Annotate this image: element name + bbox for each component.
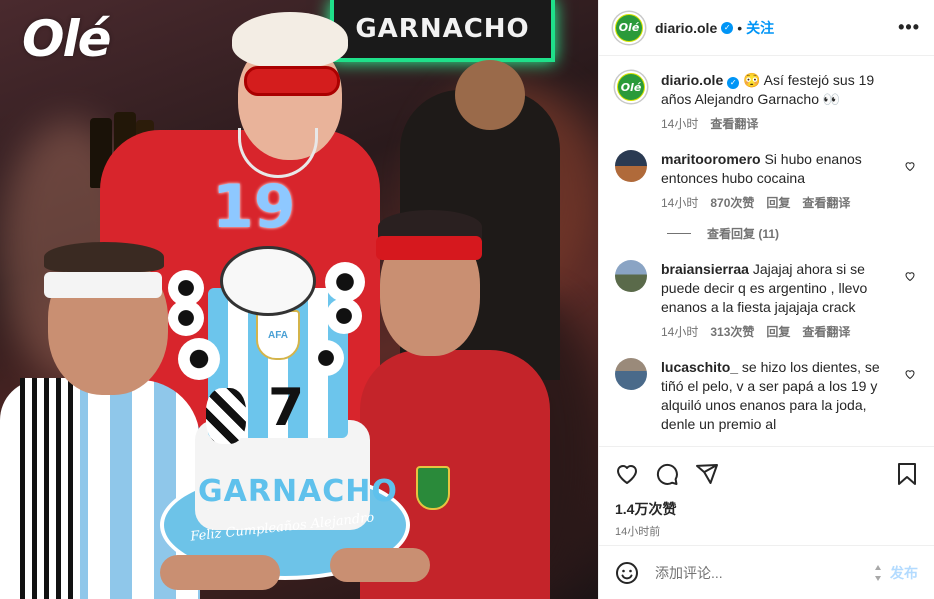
comment-time: 14小时: [661, 325, 699, 339]
neon-sign-text: GARNACHO: [355, 14, 530, 44]
caption-meta: 14小时 查看翻译: [661, 115, 894, 134]
comment-meta: 14小时 313次赞 回复 查看翻译: [661, 323, 894, 342]
add-comment-bar: 发布: [599, 545, 934, 599]
post-time: 14小时前: [615, 526, 661, 538]
comment-icon[interactable]: [655, 462, 679, 486]
emoji-icon[interactable]: [615, 561, 639, 585]
see-translation-link[interactable]: 查看翻译: [802, 323, 850, 342]
soccer-ball: [220, 246, 316, 316]
hand: [160, 555, 280, 590]
like-comment-heart-icon[interactable]: [904, 270, 916, 282]
like-comment-heart-icon[interactable]: [904, 368, 916, 380]
afa-badge-text: AFA: [268, 329, 288, 341]
soccer-ball: [206, 388, 246, 444]
jersey-stripes: [20, 378, 80, 599]
follow-button[interactable]: 关注: [746, 18, 774, 38]
ole-watermark-logo: Olé: [22, 10, 112, 68]
white-headband: [44, 272, 162, 298]
caption-username[interactable]: diario.ole: [661, 72, 723, 88]
like-comment-heart-icon[interactable]: [904, 160, 916, 172]
soccer-ball: [178, 338, 220, 380]
neon-sign: GARNACHO: [330, 0, 555, 62]
commenter-avatar[interactable]: [615, 358, 647, 390]
author-username[interactable]: diario.ole: [655, 20, 717, 36]
comment-time: 14小时: [661, 196, 699, 210]
post-detail-panel: Olé diario.ole ✓ • 关注 ••• Olé diario.ole…: [598, 0, 934, 599]
replies-divider-line: [667, 233, 691, 234]
caption-body: diario.ole ✓ 😳 Así festejó sus 19 años Al…: [661, 71, 918, 134]
hand: [330, 548, 430, 582]
soccer-ball: [326, 298, 362, 334]
commenter-username[interactable]: lucaschito_: [661, 359, 738, 375]
scroll-arrows-icon: [875, 564, 881, 581]
caption-time: 14小时: [661, 117, 699, 131]
comment-body: braiansierraa Jajajaj ahora si se puede …: [661, 260, 918, 342]
avatar-logo-text: Olé: [618, 74, 644, 100]
verified-icon: ✓: [727, 77, 740, 89]
heart-icon[interactable]: [615, 462, 639, 486]
portugal-crest: [416, 466, 450, 510]
view-replies-label: 查看回复 (11): [707, 227, 780, 241]
post-photo[interactable]: GARNACHO Olé 19 GARNACHO Feliz Cumpleaño…: [0, 0, 598, 599]
soccer-ball: [308, 340, 344, 376]
reply-button[interactable]: 回复: [766, 323, 790, 342]
reply-button[interactable]: 回复: [766, 194, 790, 213]
cake-number: 7: [268, 378, 305, 438]
dark-hair: [44, 242, 164, 272]
avatar-logo-text: Olé: [616, 14, 642, 41]
comment-item: braiansierraa Jajajaj ahora si se puede …: [615, 260, 918, 342]
bookmark-icon[interactable]: [896, 462, 918, 486]
commenter-avatar[interactable]: [615, 150, 647, 182]
comment-input[interactable]: [655, 564, 874, 581]
author-avatar[interactable]: Olé: [615, 71, 647, 103]
author-avatar[interactable]: Olé: [613, 11, 645, 44]
shirt-number: 19: [212, 172, 296, 242]
caption: Olé diario.ole ✓ 😳 Así festejó sus 19 año…: [615, 71, 918, 134]
soccer-ball: [168, 300, 204, 336]
view-replies-button[interactable]: 查看回复 (11): [667, 225, 918, 242]
see-translation-link[interactable]: 查看翻译: [710, 115, 758, 134]
post-actions: 1.4万次赞 14小时前: [599, 446, 934, 539]
red-sunglasses: [244, 66, 340, 96]
more-options-icon[interactable]: •••: [898, 17, 920, 38]
separator-dot: •: [737, 19, 743, 36]
post-header: Olé diario.ole ✓ • 关注 •••: [599, 0, 934, 56]
comment-item: lucaschito_ se hizo los dientes, se tiñó…: [615, 358, 918, 434]
likes-count[interactable]: 1.4万次赞: [615, 499, 918, 519]
afa-badge: AFA: [256, 310, 300, 360]
post-comment-button[interactable]: 发布: [890, 563, 918, 583]
blonde-hair: [232, 12, 348, 68]
comment-body: lucaschito_ se hizo los dientes, se tiñó…: [661, 358, 918, 434]
soccer-ball: [325, 262, 365, 302]
comment-item: maritooromero Si hubo enanos entonces hu…: [615, 150, 918, 213]
cake-name: GARNACHO: [198, 474, 398, 509]
background-face: [455, 60, 525, 130]
commenter-username[interactable]: braiansierraa: [661, 261, 749, 277]
comments-list[interactable]: Olé diario.ole ✓ 😳 Así festejó sus 19 año…: [599, 57, 934, 445]
red-headband: [376, 236, 482, 260]
share-icon[interactable]: [695, 462, 719, 486]
commenter-username[interactable]: maritooromero: [661, 151, 761, 167]
see-translation-link[interactable]: 查看翻译: [802, 194, 850, 213]
comment-body: maritooromero Si hubo enanos entonces hu…: [661, 150, 918, 213]
commenter-avatar[interactable]: [615, 260, 647, 292]
comment-likes[interactable]: 870次赞: [710, 194, 754, 213]
verified-icon: ✓: [721, 21, 734, 34]
comment-meta: 14小时 870次赞 回复 查看翻译: [661, 194, 894, 213]
action-icons-row: [615, 461, 918, 487]
comment-likes[interactable]: 313次赞: [710, 323, 754, 342]
